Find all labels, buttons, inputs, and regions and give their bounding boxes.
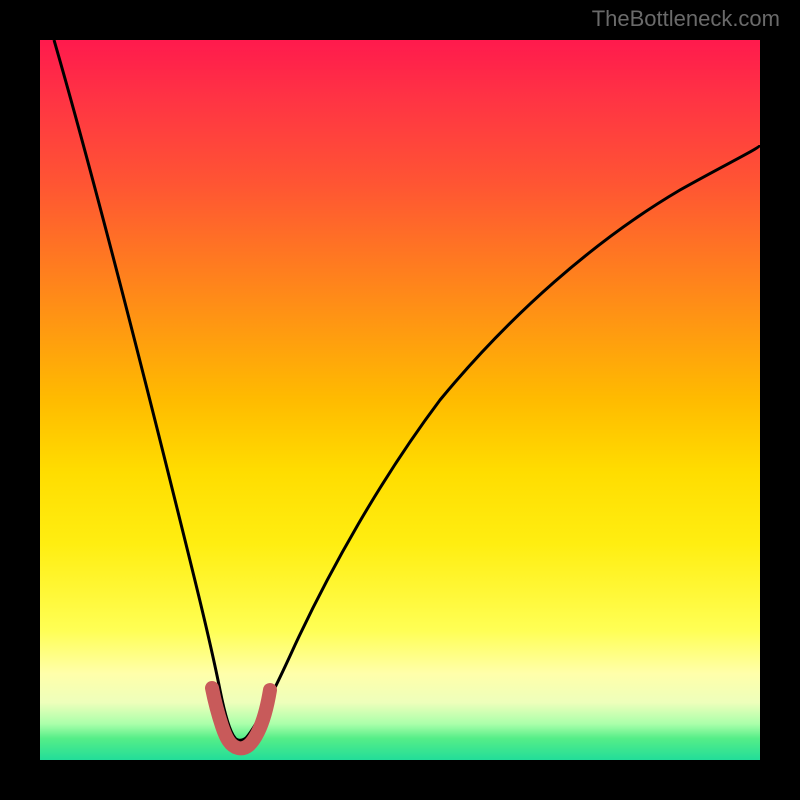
watermark-text: TheBottleneck.com bbox=[592, 6, 780, 32]
chart-plot-area bbox=[40, 40, 760, 760]
chart-svg bbox=[40, 40, 760, 760]
bottleneck-curve bbox=[54, 40, 760, 740]
